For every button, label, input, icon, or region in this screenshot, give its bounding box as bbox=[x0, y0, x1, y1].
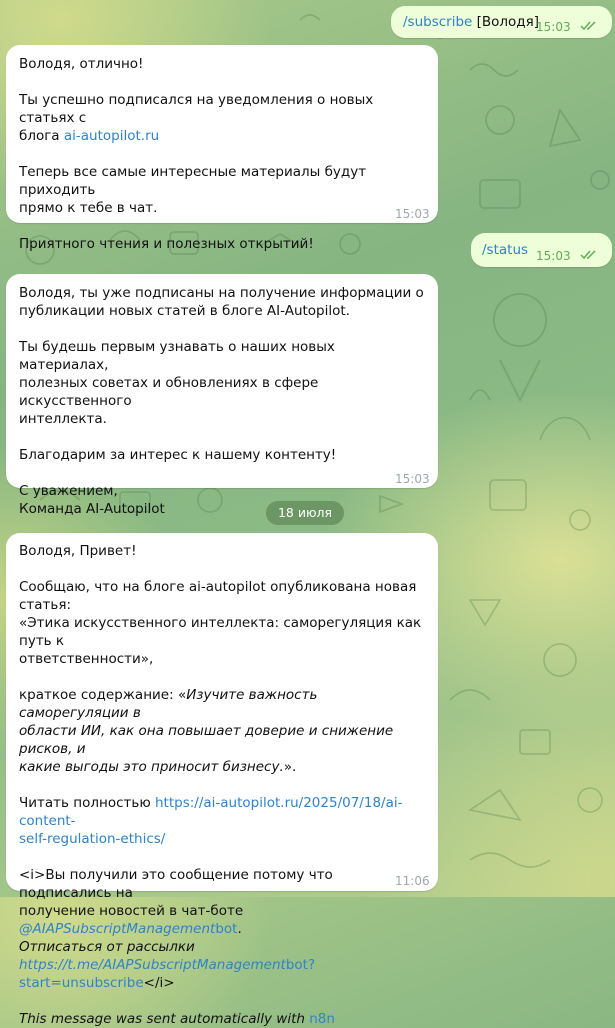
incoming-message-article: Володя, Привет! Сообщаю, что на блоге ai… bbox=[6, 533, 438, 1027]
message-line: прямо к тебе в чат. bbox=[19, 200, 158, 216]
message-line: интеллекта. bbox=[19, 411, 107, 427]
message-line: ответственности», bbox=[19, 651, 154, 667]
message-line: Приятного чтения и полезных открытий! bbox=[19, 236, 314, 252]
incoming-message-subscribed: Володя, отлично! Ты успешно подписался н… bbox=[6, 45, 438, 252]
message-line: С уважением, bbox=[19, 483, 118, 499]
message-line: Теперь все самые интересные материалы бу… bbox=[19, 164, 371, 198]
message-time: 15:03 bbox=[536, 249, 571, 263]
outgoing-message-status[interactable]: /status 15:03 bbox=[471, 233, 612, 267]
message-line: Ты будешь первым узнавать о наших новых … bbox=[19, 339, 340, 373]
message-text: краткое содержание: « bbox=[19, 687, 187, 703]
read-checks-icon bbox=[580, 21, 596, 31]
incoming-message-status: Володя, ты уже подписаны на получение ин… bbox=[6, 274, 438, 517]
command-link[interactable]: /subscribe bbox=[403, 14, 472, 30]
message-line: блога bbox=[19, 128, 64, 144]
unsubscribe-link-text[interactable]: https://t.me/AIAPSubscriptManagement bbox=[19, 957, 286, 973]
read-checks-icon bbox=[580, 250, 596, 260]
message-line: Команда AI-Autopilot bbox=[19, 501, 165, 517]
message-text: [Володя] bbox=[472, 14, 540, 30]
bot-link-text[interactable]: @AIAPSubscriptManagement bbox=[19, 921, 215, 937]
message-time: 11:06 bbox=[395, 874, 430, 888]
date-separator: 18 июля bbox=[266, 501, 344, 525]
message-line: Отписаться от рассылки bbox=[19, 939, 195, 955]
blog-link[interactable]: ai-autopilot.ru bbox=[64, 128, 159, 144]
message-time: 15:03 bbox=[395, 472, 430, 486]
command-link[interactable]: /status bbox=[482, 242, 528, 258]
message-line: Благодарим за интерес к нашему контенту! bbox=[19, 447, 337, 463]
message-time: 15:03 bbox=[395, 207, 430, 221]
bot-link-text[interactable]: bot bbox=[215, 921, 237, 937]
message-line: Володя, отлично! bbox=[19, 56, 144, 72]
message-line: «Этика искусственного интеллекта: саморе… bbox=[19, 615, 426, 649]
summary-text: какие выгоды это приносит бизнесу. bbox=[19, 759, 284, 775]
bot-link[interactable]: @AIAPSubscriptManagementbot bbox=[19, 921, 237, 937]
message-line: Ты успешно подписался на уведомления о н… bbox=[19, 92, 378, 126]
message-text: получение новостей в чат-боте bbox=[19, 903, 248, 919]
message-line: полезных советах и обновлениях в сфере и… bbox=[19, 375, 323, 409]
article-link[interactable]: self-regulation-ethics/ bbox=[19, 831, 165, 847]
outgoing-message-subscribe[interactable]: /subscribe [Володя] 15:03 bbox=[391, 6, 612, 38]
summary-text: области ИИ, как она повышает доверие и с… bbox=[19, 723, 398, 757]
message-line: Володя, ты уже подписаны на получение ин… bbox=[19, 285, 424, 301]
message-text: </i> bbox=[143, 975, 175, 991]
message-line: публикации новых статей в блоге AI-Autop… bbox=[19, 303, 350, 319]
message-text: . bbox=[237, 921, 242, 937]
message-text: ». bbox=[283, 759, 297, 775]
message-time: 15:03 bbox=[536, 20, 571, 34]
chat-view: { "messages": { "m1": {"cmd": "/subscrib… bbox=[0, 0, 615, 1027]
message-line: Сообщаю, что на блоге ai-autopilot опубл… bbox=[19, 579, 421, 613]
message-text: Читать полностью bbox=[19, 795, 155, 811]
n8n-link[interactable]: n8n bbox=[309, 1011, 335, 1027]
message-text: This message was sent automatically with bbox=[19, 1011, 310, 1027]
message-line: Володя, Привет! bbox=[19, 543, 137, 559]
